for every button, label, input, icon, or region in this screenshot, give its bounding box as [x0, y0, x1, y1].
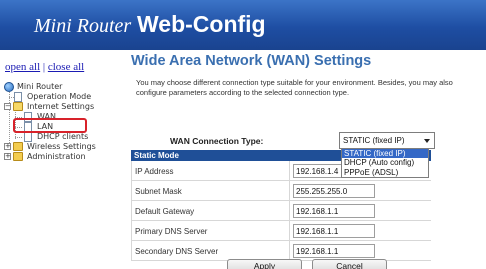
dropdown-option-pppoe[interactable]: PPPoE (ADSL)	[342, 168, 428, 177]
table-row-default-gateway: Default Gateway	[131, 201, 431, 221]
dropdown-option-dhcp[interactable]: DHCP (Auto config)	[342, 158, 428, 167]
folder-icon	[13, 152, 23, 161]
field-label: IP Address	[135, 167, 174, 176]
wan-connection-type-select[interactable]: STATIC (fixed IP)	[339, 132, 435, 149]
expand-toggle-icon[interactable]: +	[4, 143, 11, 150]
tree-line	[9, 92, 10, 149]
table-row-secondary-dns: Secondary DNS Server	[131, 241, 431, 261]
page-icon	[14, 92, 22, 102]
folder-open-icon	[13, 102, 23, 111]
selected-item-highlight	[13, 118, 87, 133]
page-title: Wide Area Network (WAN) Settings	[131, 53, 372, 69]
dropdown-option-static[interactable]: STATIC (fixed IP)	[342, 149, 428, 159]
folder-icon	[13, 142, 23, 151]
secondary-dns-input[interactable]	[293, 244, 375, 258]
field-label: Subnet Mask	[135, 187, 182, 196]
page-icon	[24, 132, 32, 142]
app-title: Web-Config	[137, 11, 266, 37]
field-label: Primary DNS Server	[135, 227, 208, 236]
page-description: You may choose different connection type…	[136, 78, 453, 97]
tree-line	[15, 137, 22, 138]
cancel-button[interactable]: Cancel	[312, 259, 387, 269]
collapse-toggle-icon[interactable]: −	[4, 103, 11, 110]
tree-controls: open all | close all	[5, 61, 84, 73]
globe-icon	[4, 82, 14, 92]
connection-type-dropdown: STATIC (fixed IP) DHCP (Auto config) PPP…	[341, 148, 429, 178]
table-row-subnet-mask: Subnet Mask	[131, 181, 431, 201]
apply-button[interactable]: Apply	[227, 259, 302, 269]
close-all-link[interactable]: close all	[48, 61, 84, 73]
open-all-link[interactable]: open all	[5, 61, 40, 73]
expand-toggle-icon[interactable]: +	[4, 153, 11, 160]
primary-dns-input[interactable]	[293, 224, 375, 238]
subnet-mask-input[interactable]	[293, 184, 375, 198]
selected-value: STATIC (fixed IP)	[343, 136, 405, 145]
field-label: Secondary DNS Server	[135, 247, 219, 256]
table-row-primary-dns: Primary DNS Server	[131, 221, 431, 241]
wan-connection-type-label: WAN Connection Type:	[170, 136, 264, 146]
logo: Mini Router	[34, 15, 132, 37]
separator: |	[42, 61, 46, 73]
default-gateway-input[interactable]	[293, 204, 375, 218]
header-bar: Mini Router Web-Config	[0, 0, 486, 50]
field-label: Default Gateway	[135, 207, 195, 216]
chevron-down-icon	[424, 139, 430, 143]
